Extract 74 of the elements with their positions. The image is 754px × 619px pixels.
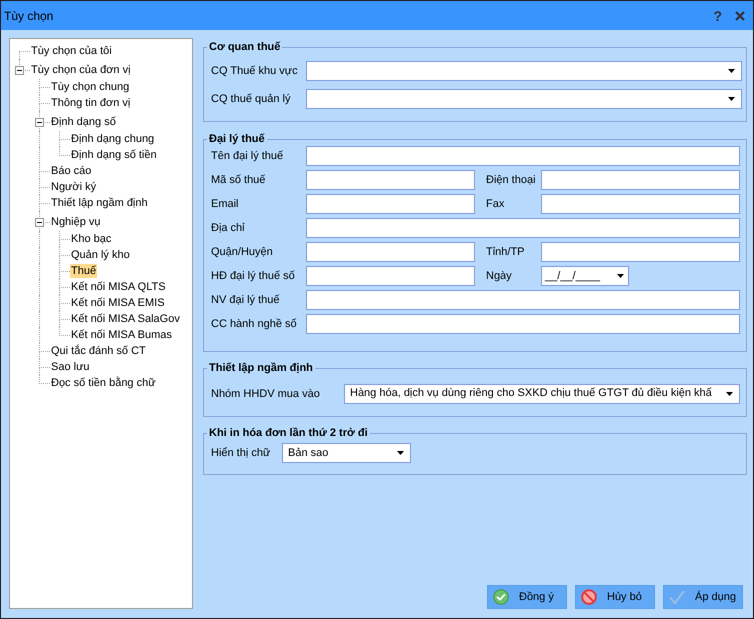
check-circle-icon xyxy=(493,589,509,605)
field-label: Tỉnh/TP xyxy=(486,245,525,259)
field-label: CQ Thuế khu vực xyxy=(211,64,298,78)
field-label: Quận/Huyện xyxy=(211,245,273,259)
group-title: Đại lý thuế xyxy=(208,133,266,146)
tree-item[interactable]: Nghiệp vụ xyxy=(50,215,102,229)
text-field[interactable] xyxy=(306,146,740,166)
tree-item[interactable]: Báo cáo xyxy=(50,164,92,178)
dropdown-field[interactable] xyxy=(306,60,742,80)
tree-item[interactable]: Kết nối MISA QLTS xyxy=(70,280,167,294)
text-field[interactable] xyxy=(306,290,740,310)
text-field[interactable] xyxy=(306,314,740,334)
window-title: Tùy chọn xyxy=(4,8,54,24)
tree-item[interactable]: Thiết lập ngầm định xyxy=(50,196,149,210)
checkmark-icon xyxy=(669,589,685,605)
field-label: CC hành nghề số xyxy=(211,317,297,331)
help-button[interactable]: ? xyxy=(713,8,722,24)
field-label: NV đại lý thuế xyxy=(211,293,280,307)
field-label: CQ thuế quản lý xyxy=(211,92,290,106)
tree-item[interactable]: Qui tắc đánh số CT xyxy=(50,344,147,358)
dropdown-field[interactable] xyxy=(306,88,742,108)
field-label: Hiển thị chữ xyxy=(211,446,270,460)
tree-item[interactable]: Kết nối MISA EMIS xyxy=(70,296,166,310)
tree-item[interactable]: Sao lưu xyxy=(50,360,91,374)
field-label: Điện thoại xyxy=(486,173,536,187)
caret-icon[interactable] xyxy=(728,68,735,72)
field-label: Nhóm HHDV mua vào xyxy=(211,386,320,400)
field-label: Fax xyxy=(486,197,504,211)
dropdown-field[interactable]: Hàng hóa, dịch vụ dùng riêng cho SXKD chịu thuế GTGT đủ điều kiện khấ xyxy=(344,384,740,404)
close-icon[interactable] xyxy=(735,10,745,20)
tree-item[interactable]: Kết nối MISA Bumas xyxy=(70,328,173,342)
collapse-icon[interactable] xyxy=(15,66,24,75)
field-label: Ngày xyxy=(486,269,512,283)
tree-item[interactable]: Đọc số tiền bằng chữ xyxy=(50,376,157,390)
text-field[interactable] xyxy=(306,266,475,286)
text-field[interactable] xyxy=(541,170,740,190)
text-field[interactable] xyxy=(306,194,475,214)
field-label: Email xyxy=(211,197,239,211)
tree-item[interactable]: Kết nối MISA SalaGov xyxy=(70,312,181,326)
collapse-icon[interactable] xyxy=(35,218,44,227)
dropdown-field[interactable]: Bản sao xyxy=(282,443,411,463)
field-label: Mã số thuế xyxy=(211,173,266,187)
text-field[interactable] xyxy=(306,170,475,190)
text-field[interactable] xyxy=(306,218,740,238)
field-label: HĐ đại lý thuế số xyxy=(211,269,295,283)
apply-button[interactable]: Áp dụng xyxy=(663,585,743,609)
group-title: Khi in hóa đơn lần thứ 2 trở đi xyxy=(208,427,369,440)
tree-item[interactable]: Tùy chọn của đơn vị xyxy=(30,63,132,77)
prohibited-icon xyxy=(581,589,597,605)
cancel-button[interactable]: Hủy bỏ xyxy=(575,585,655,609)
caret-icon[interactable] xyxy=(397,451,404,455)
tree-item[interactable]: Thuế xyxy=(70,264,98,278)
tree-item[interactable]: Tùy chọn chung xyxy=(50,80,130,94)
tree-item[interactable]: Định dạng chung xyxy=(70,132,156,146)
tree-item[interactable]: Định dạng số xyxy=(50,115,117,129)
group-title: Cơ quan thuế xyxy=(208,40,282,54)
field-label: Địa chỉ xyxy=(211,221,245,235)
collapse-icon[interactable] xyxy=(35,118,44,127)
caret-icon[interactable] xyxy=(728,96,735,100)
tree-item[interactable]: Người ký xyxy=(50,180,98,194)
ok-button[interactable]: Đồng ý xyxy=(487,585,567,609)
field-label: Tên đại lý thuế xyxy=(211,149,284,163)
caret-icon[interactable] xyxy=(617,274,624,278)
tree-item[interactable]: Quản lý kho xyxy=(70,248,131,262)
tree-item[interactable]: Định dạng số tiền xyxy=(70,148,158,162)
group-title: Thiết lập ngầm định xyxy=(208,362,314,375)
date-field[interactable]: __/__/____ xyxy=(541,266,629,286)
text-field[interactable] xyxy=(541,242,740,262)
text-field[interactable] xyxy=(306,242,475,262)
tree-item[interactable]: Thông tin đơn vị xyxy=(50,96,132,110)
tree-item[interactable]: Tùy chọn của tôi xyxy=(30,44,113,58)
caret-icon[interactable] xyxy=(726,392,733,396)
tree-item[interactable]: Kho bạc xyxy=(70,232,112,246)
text-field[interactable] xyxy=(541,194,740,214)
